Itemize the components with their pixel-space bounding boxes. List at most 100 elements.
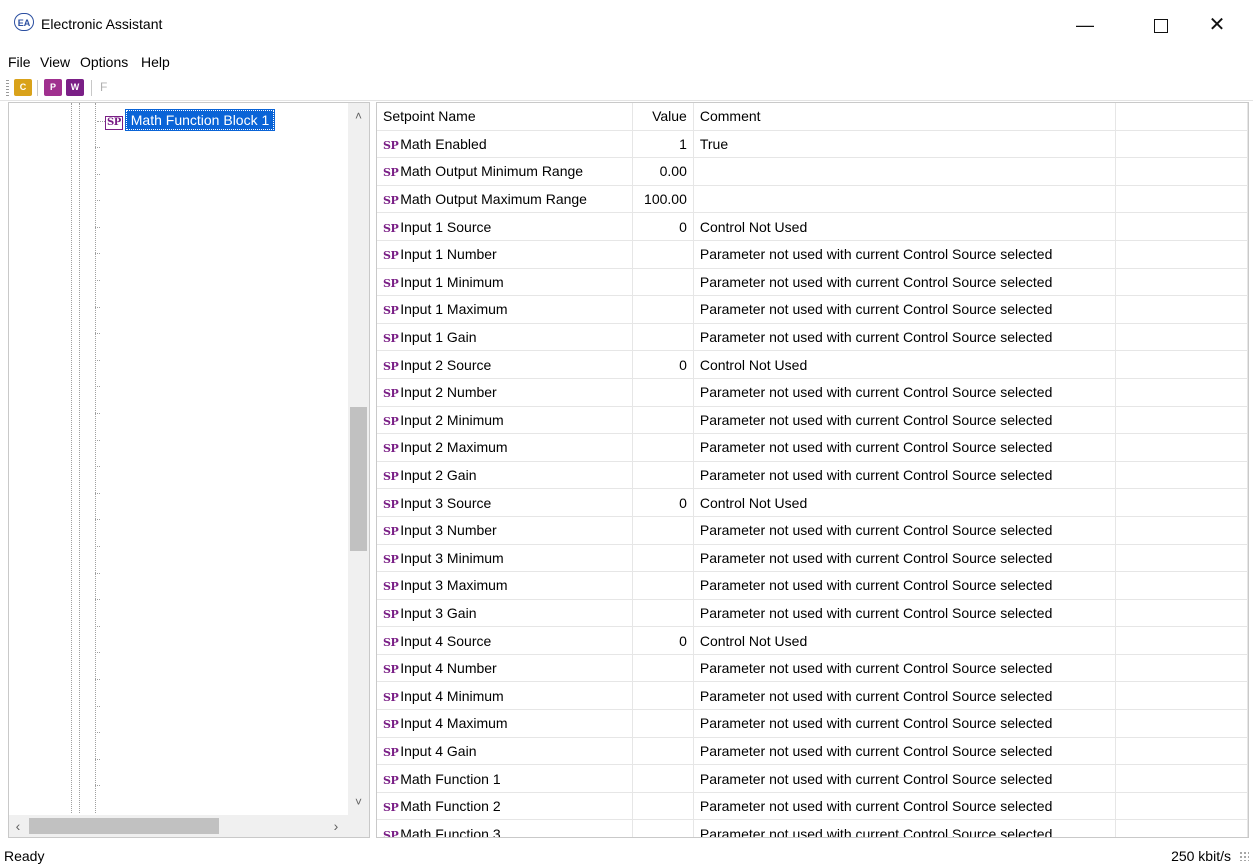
setpoint-value[interactable]: 0: [632, 350, 694, 379]
column-header-setpoint-name[interactable]: Setpoint Name: [377, 103, 634, 131]
table-row[interactable]: SP Input 2 Maximum Parameter not used with…: [377, 433, 1248, 462]
setpoint-value[interactable]: [632, 764, 694, 793]
setpoint-value[interactable]: [632, 378, 694, 407]
setpoint-value[interactable]: [632, 406, 694, 435]
setpoint-value[interactable]: [632, 709, 694, 738]
table-row[interactable]: SP Input 4 Gain Parameter not used with cu…: [377, 737, 1248, 766]
menu-view[interactable]: View: [40, 54, 70, 70]
setpoint-name-cell[interactable]: SP Input 1 Source: [377, 212, 634, 241]
setpoint-value[interactable]: [632, 268, 694, 297]
scroll-down-icon[interactable]: ˅: [348, 793, 369, 811]
scroll-right-icon[interactable]: ›: [327, 815, 345, 837]
setpoint-name-cell[interactable]: SP Input 4 Source: [377, 626, 634, 655]
table-row[interactable]: SP Math Output Minimum Range 0.00: [377, 157, 1248, 186]
column-header-value[interactable]: Value: [632, 103, 694, 131]
setpoint-name-cell[interactable]: SP Input 4 Minimum: [377, 681, 634, 711]
table-row[interactable]: SP Input 2 Number Parameter not used with …: [377, 378, 1248, 407]
setpoint-name-cell[interactable]: SP Math Output Maximum Range: [377, 185, 634, 214]
table-row[interactable]: SP Input 2 Source 0 Control Not Used: [377, 350, 1248, 379]
setpoint-name-cell[interactable]: SP Math Function 1: [377, 764, 634, 793]
table-row[interactable]: SP Input 3 Gain Parameter not used with cu…: [377, 599, 1248, 628]
can-connect-icon[interactable]: C: [14, 79, 32, 96]
setpoint-value[interactable]: 0: [632, 626, 694, 655]
sp-read-icon[interactable]: P: [44, 79, 62, 96]
setpoint-value[interactable]: [632, 433, 694, 462]
setpoint-value[interactable]: [632, 819, 694, 837]
table-row[interactable]: SP Input 1 Maximum Parameter not used with…: [377, 295, 1248, 324]
setpoint-name-cell[interactable]: SP Input 3 Gain: [377, 599, 634, 628]
table-row[interactable]: SP Math Function 2 Parameter not used with…: [377, 792, 1248, 821]
scroll-left-icon[interactable]: ‹: [9, 815, 27, 837]
table-row[interactable]: SP Input 2 Gain Parameter not used with cu…: [377, 461, 1248, 490]
setpoint-value[interactable]: 0: [632, 488, 694, 517]
setpoint-value[interactable]: [632, 571, 694, 600]
setpoint-value[interactable]: [632, 681, 694, 711]
setpoint-name-cell[interactable]: SP Input 1 Gain: [377, 323, 634, 352]
toolbar-grip[interactable]: [6, 80, 9, 96]
table-row[interactable]: SP Math Function 1 Parameter not used with…: [377, 764, 1248, 793]
table-row[interactable]: SP Input 3 Source 0 Control Not Used: [377, 488, 1248, 517]
resize-grip-icon[interactable]: [1239, 851, 1249, 861]
menu-file[interactable]: File: [8, 54, 31, 70]
menu-options[interactable]: Options: [80, 54, 128, 70]
setpoint-name-cell[interactable]: SP Input 2 Gain: [377, 461, 634, 490]
table-row[interactable]: SP Math Function 3 Parameter not used with…: [377, 819, 1248, 837]
tree-pane[interactable]: SP Math Function Block 1 ˄ ˅ ‹ ›: [8, 102, 370, 838]
tree-item-math-function-block-1[interactable]: SP Math Function Block 1: [97, 109, 276, 131]
setpoint-grid[interactable]: Setpoint Name Value Comment SP Math Enabl…: [376, 102, 1249, 838]
setpoint-name-cell[interactable]: SP Math Enabled: [377, 130, 634, 159]
setpoint-value[interactable]: [632, 516, 694, 545]
table-row[interactable]: SP Input 4 Source 0 Control Not Used: [377, 626, 1248, 655]
setpoint-name-cell[interactable]: SP Input 4 Maximum: [377, 709, 634, 738]
setpoint-name-cell[interactable]: SP Input 4 Gain: [377, 737, 634, 766]
setpoint-name-cell[interactable]: SP Input 1 Number: [377, 240, 634, 269]
maximize-button[interactable]: [1138, 8, 1184, 42]
table-row[interactable]: SP Math Output Maximum Range 100.00: [377, 185, 1248, 214]
setpoint-name-cell[interactable]: SP Input 2 Source: [377, 350, 634, 379]
setpoint-name-cell[interactable]: SP Math Output Minimum Range: [377, 157, 634, 186]
setpoint-name-cell[interactable]: SP Input 3 Number: [377, 516, 634, 545]
table-row[interactable]: SP Math Enabled 1 True: [377, 130, 1248, 159]
setpoint-value[interactable]: 1: [632, 130, 694, 159]
setpoint-name-cell[interactable]: SP Input 2 Maximum: [377, 433, 634, 462]
setpoint-value[interactable]: [632, 792, 694, 821]
column-header-comment[interactable]: Comment: [693, 103, 1116, 131]
close-button[interactable]: ✕: [1194, 8, 1240, 42]
scroll-thumb[interactable]: [29, 818, 219, 834]
tree-horizontal-scrollbar[interactable]: ‹ ›: [9, 815, 349, 837]
flash-button[interactable]: F: [100, 80, 107, 94]
setpoint-name-cell[interactable]: SP Input 3 Maximum: [377, 571, 634, 600]
setpoint-value[interactable]: 100.00: [632, 185, 694, 214]
setpoint-value[interactable]: [632, 544, 694, 573]
minimize-button[interactable]: —: [1062, 8, 1108, 42]
menu-help[interactable]: Help: [141, 54, 170, 70]
tree-vertical-scrollbar[interactable]: ˄ ˅: [348, 103, 369, 815]
sp-write-icon[interactable]: W: [66, 79, 84, 96]
setpoint-value[interactable]: [632, 240, 694, 269]
setpoint-value[interactable]: [632, 295, 694, 324]
table-row[interactable]: SP Input 3 Maximum Parameter not used with…: [377, 571, 1248, 600]
setpoint-name-cell[interactable]: SP Math Function 2: [377, 792, 634, 821]
table-row[interactable]: SP Input 1 Minimum Parameter not used with…: [377, 268, 1248, 297]
setpoint-name-cell[interactable]: SP Input 4 Number: [377, 654, 634, 683]
setpoint-value[interactable]: [632, 323, 694, 352]
setpoint-value[interactable]: [632, 654, 694, 683]
table-row[interactable]: SP Input 4 Number Parameter not used with …: [377, 654, 1248, 683]
table-row[interactable]: SP Input 1 Gain Parameter not used with cu…: [377, 323, 1248, 352]
setpoint-value[interactable]: [632, 461, 694, 490]
setpoint-name-cell[interactable]: SP Input 3 Minimum: [377, 544, 634, 573]
setpoint-name-cell[interactable]: SP Math Function 3: [377, 819, 634, 837]
setpoint-name-cell[interactable]: SP Input 1 Minimum: [377, 268, 634, 297]
setpoint-name-cell[interactable]: SP Input 2 Minimum: [377, 406, 634, 435]
table-row[interactable]: SP Input 3 Number Parameter not used with …: [377, 516, 1248, 545]
setpoint-value[interactable]: 0.00: [632, 157, 694, 186]
setpoint-name-cell[interactable]: SP Input 3 Source: [377, 488, 634, 517]
setpoint-value[interactable]: [632, 599, 694, 628]
scroll-thumb[interactable]: [350, 407, 367, 551]
setpoint-name-cell[interactable]: SP Input 2 Number: [377, 378, 634, 407]
table-row[interactable]: SP Input 3 Minimum Parameter not used with…: [377, 544, 1248, 573]
setpoint-value[interactable]: [632, 737, 694, 766]
table-row[interactable]: SP Input 1 Source 0 Control Not Used: [377, 212, 1248, 241]
table-row[interactable]: SP Input 1 Number Parameter not used with …: [377, 240, 1248, 269]
scroll-up-icon[interactable]: ˄: [348, 107, 369, 125]
